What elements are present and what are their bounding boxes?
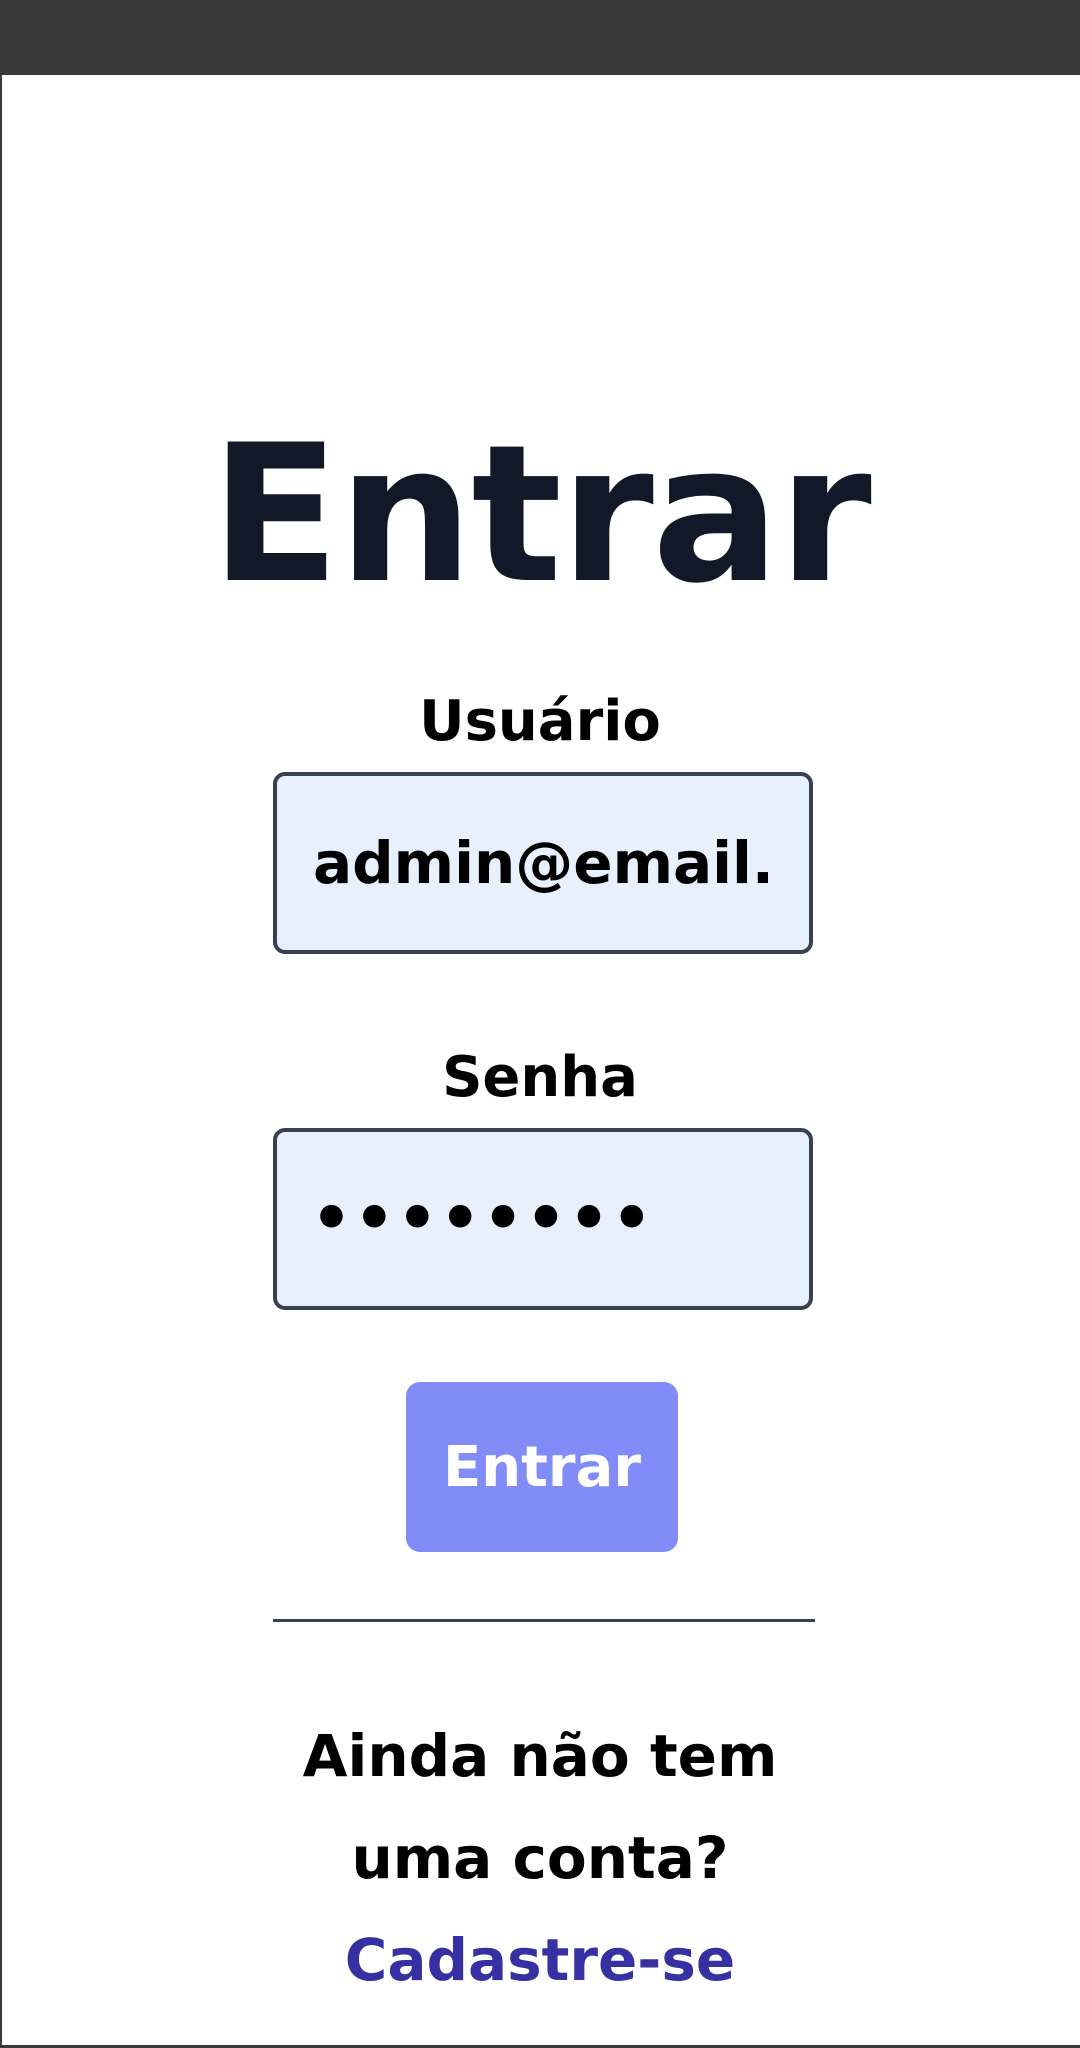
no-account-text-line2: uma conta? — [351, 1824, 729, 1892]
username-field[interactable]: admin@email. — [273, 772, 813, 954]
username-value: admin@email. — [313, 829, 774, 897]
window-top-bar — [0, 0, 1080, 75]
password-value: •••••••• — [311, 1182, 655, 1256]
password-field[interactable]: •••••••• — [273, 1128, 813, 1310]
username-label: Usuário — [419, 689, 661, 754]
login-button[interactable]: Entrar — [406, 1382, 678, 1552]
app-window: Entrar Usuário admin@email. Senha ••••••… — [0, 0, 1080, 2048]
password-label: Senha — [442, 1045, 638, 1110]
divider — [273, 1619, 815, 1622]
login-page: Entrar Usuário admin@email. Senha ••••••… — [0, 75, 1080, 2045]
no-account-text-line1: Ainda não tem — [302, 1722, 778, 1790]
signup-link[interactable]: Cadastre-se — [0, 1909, 1080, 2011]
page-title: Entrar — [210, 404, 872, 625]
